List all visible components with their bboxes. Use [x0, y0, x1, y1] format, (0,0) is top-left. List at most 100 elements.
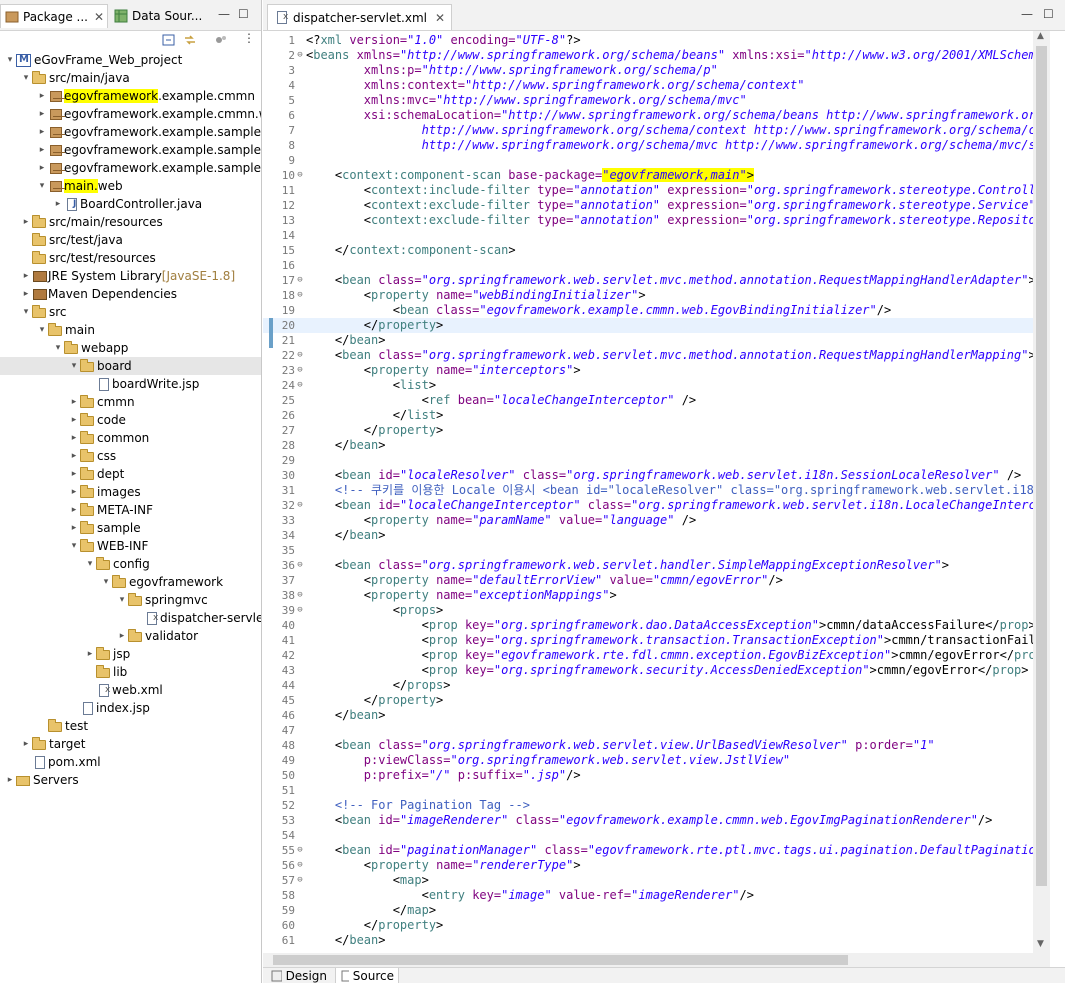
chevron-right-icon[interactable]: ▸ [52, 199, 64, 209]
minimize-icon[interactable]: — [218, 7, 230, 21]
tree-item[interactable]: ▸ egovframework .example.cmmn [0, 87, 261, 105]
chevron-right-icon[interactable]: ▸ [68, 433, 80, 443]
code-line[interactable]: 38 ⊖ <property name="exceptionMappings"> [263, 588, 1033, 603]
code-line[interactable]: 21 </bean> [263, 333, 1033, 348]
horizontal-scrollbar[interactable] [263, 953, 1050, 967]
chevron-right-icon[interactable]: ▸ [68, 469, 80, 479]
chevron-down-icon[interactable]: ▾ [4, 55, 16, 65]
code-line[interactable]: 17 ⊖ <bean class="org.springframework.web… [263, 273, 1033, 288]
code-line[interactable]: 32 ⊖ <bean id="localeChangeInterceptor" c… [263, 498, 1033, 513]
fold-toggle-icon[interactable]: ⊖ [295, 858, 305, 873]
fold-toggle-icon[interactable]: ⊖ [295, 558, 305, 573]
code-line[interactable]: 10 ⊖ <context:component-scan base-package… [263, 168, 1033, 183]
code-line[interactable]: 20 </property> [263, 318, 1033, 333]
tree-item[interactable]: ▾ config [0, 555, 261, 573]
tree-item[interactable]: ▸ egovframework.example.sample.we [0, 159, 261, 177]
code-line[interactable]: 41 <prop key="org.springframework.transa… [263, 633, 1033, 648]
tree-item[interactable]: ▾ main. web [0, 177, 261, 195]
fold-toggle-icon[interactable]: ⊖ [295, 603, 305, 618]
close-icon[interactable]: ✕ [435, 11, 445, 25]
code-line[interactable]: 6 xsi:schemaLocation="http://www.springf… [263, 108, 1033, 123]
tree-item[interactable]: ▸ validator [0, 627, 261, 645]
tree-item[interactable]: boardWrite.jsp [0, 375, 261, 393]
tree-item[interactable]: ▸ egovframework.example.sample.se [0, 141, 261, 159]
code-line[interactable]: 57 ⊖ <map> [263, 873, 1033, 888]
tree-item[interactable]: src/test/resources [0, 249, 261, 267]
code-line[interactable]: 35 [263, 543, 1033, 558]
fold-toggle-icon[interactable]: ⊖ [295, 273, 305, 288]
chevron-down-icon[interactable]: ▾ [20, 73, 32, 83]
code-line[interactable]: 51 [263, 783, 1033, 798]
chevron-right-icon[interactable]: ▸ [68, 487, 80, 497]
tab-data-source[interactable]: Data Sour... [110, 4, 202, 28]
code-line[interactable]: 23 ⊖ <property name="interceptors"> [263, 363, 1033, 378]
code-line[interactable]: 47 [263, 723, 1033, 738]
code-line[interactable]: 61 </bean> [263, 933, 1033, 946]
tree-item[interactable]: ▸ egovframework.example.sample.se [0, 123, 261, 141]
chevron-right-icon[interactable]: ▸ [68, 451, 80, 461]
code-line[interactable]: 15 </context:component-scan> [263, 243, 1033, 258]
code-line[interactable]: 48 <bean class="org.springframework.web.… [263, 738, 1033, 753]
code-line[interactable]: 14 [263, 228, 1033, 243]
tree-item[interactable]: ▸ egovframework.example.cmmn.we [0, 105, 261, 123]
chevron-right-icon[interactable]: ▸ [20, 739, 32, 749]
code-line[interactable]: 30 <bean id="localeResolver" class="org.… [263, 468, 1033, 483]
scroll-up-icon[interactable]: ▲ [1037, 31, 1044, 41]
code-line[interactable]: 55 ⊖ <bean id="paginationManager" class="… [263, 843, 1033, 858]
code-area[interactable]: 1 <?xml version="1.0" encoding="UTF-8"?> 2… [263, 31, 1033, 946]
chevron-right-icon[interactable]: ▸ [36, 145, 48, 155]
link-with-editor-icon[interactable] [183, 33, 197, 47]
chevron-right-icon[interactable]: ▸ [84, 649, 96, 659]
tree-item[interactable]: src/test/java [0, 231, 261, 249]
tree-item[interactable]: ▾ board [0, 357, 261, 375]
fold-toggle-icon[interactable]: ⊖ [295, 498, 305, 513]
tree-item[interactable]: ▸ code [0, 411, 261, 429]
code-line[interactable]: 36 ⊖ <bean class="org.springframework.web… [263, 558, 1033, 573]
tree-item[interactable]: ▸ cmmn [0, 393, 261, 411]
tree-item[interactable]: ▸ images [0, 483, 261, 501]
code-line[interactable]: 50 p:prefix="/" p:suffix=".jsp"/> [263, 768, 1033, 783]
code-line[interactable]: 12 <context:exclude-filter type="annotat… [263, 198, 1033, 213]
code-line[interactable]: 46 </bean> [263, 708, 1033, 723]
chevron-right-icon[interactable]: ▸ [68, 397, 80, 407]
code-line[interactable]: 52 <!-- For Pagination Tag --> [263, 798, 1033, 813]
code-line[interactable]: 43 <prop key="org.springframework.securi… [263, 663, 1033, 678]
tree-item[interactable]: ▾ src/main/java [0, 69, 261, 87]
code-line[interactable]: 37 <property name="defaultErrorView" val… [263, 573, 1033, 588]
chevron-right-icon[interactable]: ▸ [68, 523, 80, 533]
chevron-right-icon[interactable]: ▸ [68, 415, 80, 425]
code-line[interactable]: 24 ⊖ <list> [263, 378, 1033, 393]
code-line[interactable]: 3 xmlns:p="http://www.springframework.or… [263, 63, 1033, 78]
chevron-down-icon[interactable]: ▾ [52, 343, 64, 353]
chevron-right-icon[interactable]: ▸ [20, 271, 32, 281]
tree-item[interactable]: web.xml [0, 681, 261, 699]
code-line[interactable]: 18 ⊖ <property name="webBindingInitialize… [263, 288, 1033, 303]
tree-item[interactable]: ▸ JRE System Library [JavaSE-1.8] [0, 267, 261, 285]
tab-source[interactable]: Source [335, 968, 399, 983]
tree-item[interactable]: ▾ main [0, 321, 261, 339]
tree-item[interactable]: ▸ src/main/resources [0, 213, 261, 231]
code-line[interactable]: 40 <prop key="org.springframework.dao.Da… [263, 618, 1033, 633]
tree-item[interactable]: ▾ webapp [0, 339, 261, 357]
vertical-scrollbar[interactable]: ▲ ▼ [1033, 31, 1050, 953]
fold-toggle-icon[interactable]: ⊖ [295, 588, 305, 603]
view-menu-icon[interactable]: ⋮ [243, 31, 257, 45]
code-line[interactable]: 45 </property> [263, 693, 1033, 708]
code-line[interactable]: 2 ⊖ <beans xmlns="http://www.springframewo… [263, 48, 1033, 63]
code-line[interactable]: 53 <bean id="imageRenderer" class="egovf… [263, 813, 1033, 828]
collapse-all-icon[interactable] [162, 33, 176, 47]
tree-item[interactable]: ▸ sample [0, 519, 261, 537]
code-line[interactable]: 58 <entry key="image" value-ref="imageRe… [263, 888, 1033, 903]
minimize-icon[interactable]: — [1021, 7, 1033, 21]
chevron-right-icon[interactable]: ▸ [116, 631, 128, 641]
close-icon[interactable]: ✕ [94, 10, 104, 24]
chevron-down-icon[interactable]: ▾ [36, 325, 48, 335]
scroll-down-icon[interactable]: ▼ [1037, 939, 1044, 949]
tree-item[interactable]: ▾ WEB-INF [0, 537, 261, 555]
chevron-down-icon[interactable]: ▾ [36, 181, 48, 191]
code-line[interactable]: 44 </props> [263, 678, 1033, 693]
chevron-right-icon[interactable]: ▸ [20, 217, 32, 227]
tree-item[interactable]: dispatcher-servlet [0, 609, 261, 627]
code-line[interactable]: 22 ⊖ <bean class="org.springframework.web… [263, 348, 1033, 363]
maximize-icon[interactable]: ☐ [238, 7, 249, 21]
